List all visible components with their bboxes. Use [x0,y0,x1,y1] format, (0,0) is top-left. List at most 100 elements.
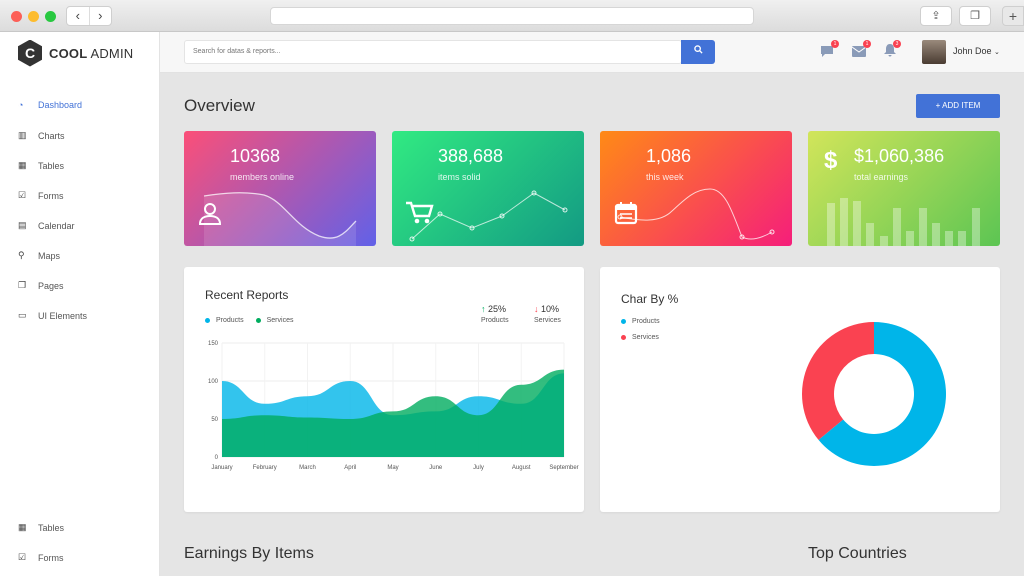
nav-buttons: ‹ › [66,6,112,26]
search-input[interactable]: Search for datas & reports... [184,40,682,64]
add-item-button[interactable]: + ADD ITEM [916,94,1000,118]
legend-label: Services [632,334,659,341]
sidebar-item-forms-bottom[interactable]: ☑ Forms [18,552,64,563]
sidebar-item-calendar[interactable]: ▤ Calendar [18,220,75,231]
calendar-icon: ▤ [18,220,27,230]
stat-label: Products [481,317,509,324]
x-tick-label: July [473,465,484,471]
stat-card-earnings: $ $1,060,386 total earnings [808,131,1000,246]
avatar[interactable] [922,40,946,64]
close-window-button[interactable] [11,11,22,22]
sidebar-item-label: Tables [38,160,65,171]
sidebar-item-label: Maps [38,250,61,261]
members-sparkline [203,192,357,246]
legend-dot-products [205,318,210,323]
forward-arrow-icon[interactable]: › [90,7,112,25]
stat-percent: 25% [488,304,507,314]
search-icon [693,45,703,54]
x-tick-label: September [549,465,578,471]
stat-products: ↑ 25% Products [481,304,509,324]
y-tick-label: 150 [208,341,219,347]
chart-legend: Products Services [205,317,293,324]
panel-title: Recent Reports [205,288,289,302]
stat-percent: 10% [541,304,560,314]
legend-dot-services [621,335,626,340]
address-bar[interactable] [270,7,754,25]
legend-label: Products [216,317,244,324]
earnings-section-title: Earnings By Items [184,545,314,562]
logo-text-rest: ADMIN [90,45,134,61]
stat-value: 10368 [230,146,281,166]
chat-icon[interactable]: 1 [820,40,839,60]
bar-chart-icon: ▥ [18,130,27,140]
sidebar-item-label: Forms [38,190,64,201]
sidebar-item-pages[interactable]: ❐ Pages [18,280,64,291]
stat-value: 1,086 [646,146,692,166]
recent-reports-chart: 0 50 100 150 January February March April May Jun… [208,341,579,471]
y-tick-label: 0 [215,455,219,461]
sidebar-item-label: UI Elements [38,310,88,321]
x-tick-label: June [429,465,443,471]
logo[interactable]: C COOL ADMIN [18,39,134,67]
browser-toolbar: ‹ › ⇪ ❐ + [0,0,1024,32]
dollar-icon: $ [824,147,838,174]
mail-badge: 1 [863,40,871,48]
items-sparkline [409,190,568,242]
legend-label: Services [266,317,294,324]
sidebar-item-tables-bottom[interactable]: ▦ Tables [18,522,64,533]
table-icon: ▦ [18,160,27,170]
sidebar-item-charts[interactable]: ▥ Charts [18,130,65,141]
sidebar-item-forms[interactable]: ☑ Forms [18,190,64,201]
sidebar-item-label: Forms [38,552,64,563]
share-icon[interactable]: ⇪ [920,6,952,26]
logo-text-bold: COOL [49,45,88,61]
x-tick-label: May [387,465,398,471]
search-button[interactable] [681,40,715,64]
new-tab-icon[interactable]: + [1002,6,1024,26]
bell-badge: 3 [893,40,901,48]
maximize-window-button[interactable] [45,11,56,22]
mail-icon[interactable]: 1 [851,40,871,60]
recent-reports-panel: Recent Reports Products Services ↑ 25% P… [184,267,584,512]
stat-label: Services [534,317,561,324]
stat-services: ↓ 10% Services [534,304,561,324]
chevron-down-icon: ⌄ [994,49,1000,56]
arrow-up-icon: ↑ [481,304,486,314]
user-name: John Doe [953,46,992,56]
arrow-down-icon: ↓ [534,304,539,314]
checkbox-icon: ☑ [18,552,27,562]
sidebar-item-label: Calendar [38,220,75,231]
legend-dot-services [255,318,261,323]
minimize-window-button[interactable] [28,11,39,22]
x-tick-label: April [344,465,356,471]
earnings-bar-sparkline [827,198,980,246]
countries-section-title: Top Countries [808,545,907,562]
table-icon: ▦ [18,522,27,532]
sidebar-item-tables[interactable]: ▦ Tables [18,160,64,171]
x-tick-label: January [211,465,232,471]
stat-card-members: 10368 members online [184,131,376,246]
desktop-icon: ▭ [18,310,27,320]
tabs-icon[interactable]: ❐ [959,6,991,26]
sidebar-item-maps[interactable]: ⚲ Maps [18,250,60,261]
chat-badge: 1 [831,40,839,48]
sidebar-item-dashboard[interactable]: ◔ Dashboard [18,100,82,110]
sidebar-item-ui-elements[interactable]: ▭ UI Elements [18,310,87,321]
checkbox-icon: ☑ [18,190,27,200]
stat-value: 388,688 [438,146,504,166]
sidebar-item-label: Dashboard [38,100,83,110]
copy-icon: ❐ [18,280,27,290]
logo-hex-icon: C [18,39,42,67]
y-tick-label: 100 [208,379,219,385]
bell-icon[interactable]: 3 [884,40,901,60]
user-menu[interactable]: John Doe ⌄ [953,46,1000,56]
back-arrow-icon[interactable]: ‹ [67,7,90,25]
stat-value: $1,060,386 [854,146,945,166]
donut-chart [802,322,946,466]
sidebar: C COOL ADMIN ◔ Dashboard ▥ Charts ▦ Tabl… [0,32,160,576]
sidebar-item-label: Charts [38,130,65,141]
sidebar-item-label: Tables [38,522,65,533]
x-tick-label: March [299,465,316,471]
char-by-panel: Char By % Products Services [600,267,1000,512]
dashboard-icon: ◔ [18,100,24,110]
